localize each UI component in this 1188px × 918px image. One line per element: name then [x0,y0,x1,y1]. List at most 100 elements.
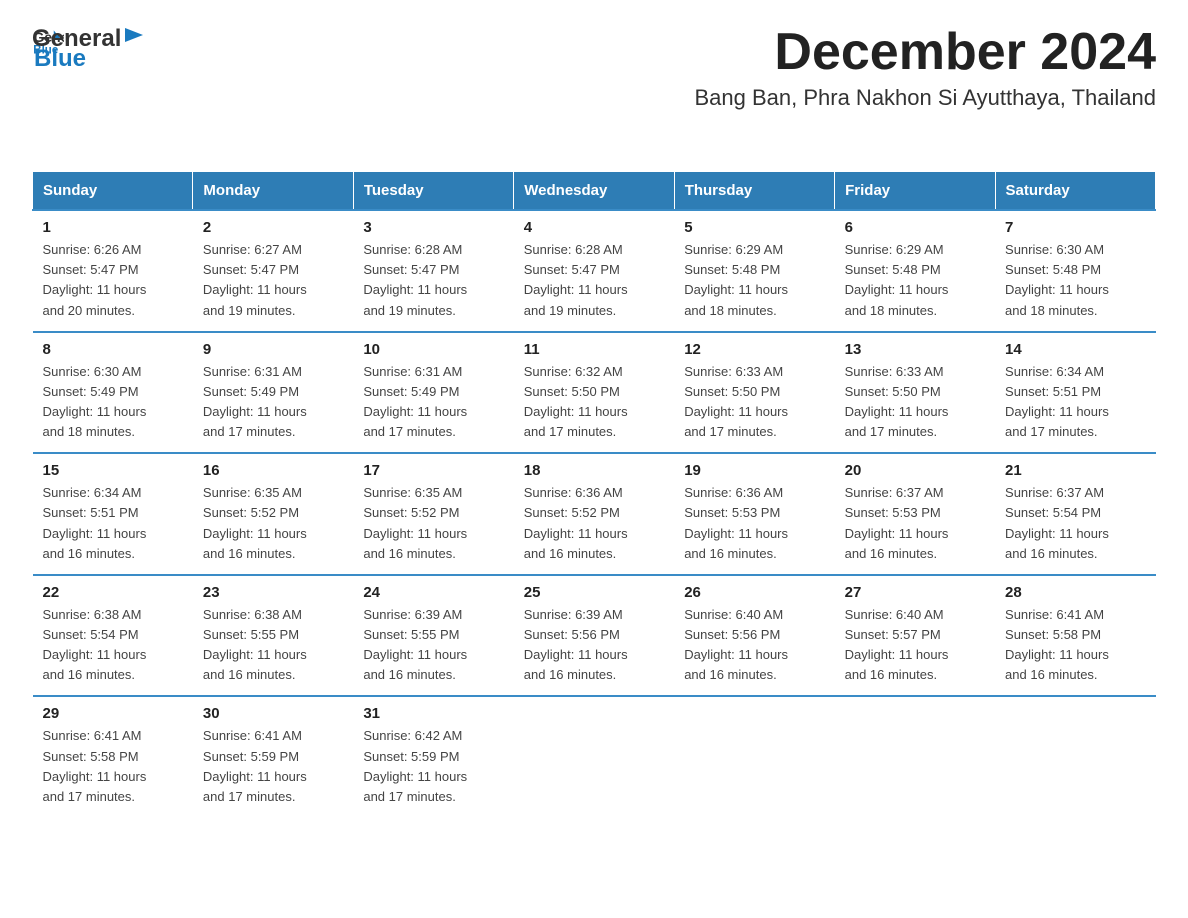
main-title: December 2024 [694,24,1156,81]
day-number: 13 [845,341,985,358]
day-info: Sunrise: 6:42 AMSunset: 5:59 PMDaylight:… [363,726,503,807]
logo-arrow-icon [123,24,145,46]
day-info: Sunrise: 6:41 AMSunset: 5:59 PMDaylight:… [203,726,343,807]
day-cell-19: 19 Sunrise: 6:36 AMSunset: 5:53 PMDayligh… [674,453,834,575]
day-info: Sunrise: 6:34 AMSunset: 5:51 PMDaylight:… [1005,362,1145,443]
page-header: General Blue December 2024 Bang Ban, Phr… [32,24,1156,111]
week-row-5: 29 Sunrise: 6:41 AMSunset: 5:58 PMDayligh… [33,696,1156,817]
day-number: 26 [684,584,824,601]
day-number: 9 [203,341,343,358]
day-info: Sunrise: 6:31 AMSunset: 5:49 PMDaylight:… [203,362,343,443]
calendar-table: SundayMondayTuesdayWednesdayThursdayFrid… [32,171,1156,817]
header-wednesday: Wednesday [514,172,674,211]
day-cell-27: 27 Sunrise: 6:40 AMSunset: 5:57 PMDayligh… [835,575,995,697]
day-cell-15: 15Sunrise: 6:34 AMSunset: 5:51 PMDayligh… [33,453,193,575]
day-info: Sunrise: 6:39 AMSunset: 5:56 PMDaylight:… [524,605,664,686]
day-number: 2 [203,219,343,236]
day-info: Sunrise: 6:36 AMSunset: 5:52 PMDaylight:… [524,483,664,564]
day-cell-11: 11 Sunrise: 6:32 AMSunset: 5:50 PMDayligh… [514,332,674,454]
empty-cell [514,696,674,817]
day-info: Sunrise: 6:31 AMSunset: 5:49 PMDaylight:… [363,362,503,443]
day-info: Sunrise: 6:27 AMSunset: 5:47 PMDaylight:… [203,240,343,321]
day-number: 27 [845,584,985,601]
day-number: 14 [1005,341,1145,358]
day-info: Sunrise: 6:40 AMSunset: 5:57 PMDaylight:… [845,605,985,686]
header-monday: Monday [193,172,353,211]
day-number: 8 [43,341,183,358]
day-info: Sunrise: 6:38 AMSunset: 5:55 PMDaylight:… [203,605,343,686]
day-number: 1 [43,219,183,236]
day-info: Sunrise: 6:37 AMSunset: 5:54 PMDaylight:… [1005,483,1145,564]
header-saturday: Saturday [995,172,1155,211]
day-number: 15 [43,462,183,479]
day-cell-10: 10 Sunrise: 6:31 AMSunset: 5:49 PMDayligh… [353,332,513,454]
day-info: Sunrise: 6:36 AMSunset: 5:53 PMDaylight:… [684,483,824,564]
day-info: Sunrise: 6:30 AMSunset: 5:49 PMDaylight:… [43,362,183,443]
day-cell-4: 4 Sunrise: 6:28 AMSunset: 5:47 PMDaylight… [514,210,674,332]
title-block: December 2024 Bang Ban, Phra Nakhon Si A… [694,24,1156,111]
day-cell-16: 16 Sunrise: 6:35 AMSunset: 5:52 PMDayligh… [193,453,353,575]
day-info: Sunrise: 6:38 AMSunset: 5:54 PMDaylight:… [43,605,183,686]
week-row-1: 1 Sunrise: 6:26 AMSunset: 5:47 PMDaylight… [33,210,1156,332]
day-cell-1: 1 Sunrise: 6:26 AMSunset: 5:47 PMDaylight… [33,210,193,332]
day-info: Sunrise: 6:28 AMSunset: 5:47 PMDaylight:… [363,240,503,321]
day-cell-5: 5Sunrise: 6:29 AMSunset: 5:48 PMDaylight… [674,210,834,332]
day-number: 11 [524,341,664,358]
day-cell-13: 13 Sunrise: 6:33 AMSunset: 5:50 PMDayligh… [835,332,995,454]
day-cell-18: 18 Sunrise: 6:36 AMSunset: 5:52 PMDayligh… [514,453,674,575]
header-sunday: Sunday [33,172,193,211]
day-info: Sunrise: 6:33 AMSunset: 5:50 PMDaylight:… [845,362,985,443]
day-info: Sunrise: 6:35 AMSunset: 5:52 PMDaylight:… [203,483,343,564]
day-cell-6: 6Sunrise: 6:29 AMSunset: 5:48 PMDaylight… [835,210,995,332]
week-row-3: 15Sunrise: 6:34 AMSunset: 5:51 PMDayligh… [33,453,1156,575]
day-cell-26: 26 Sunrise: 6:40 AMSunset: 5:56 PMDayligh… [674,575,834,697]
day-cell-24: 24Sunrise: 6:39 AMSunset: 5:55 PMDayligh… [353,575,513,697]
day-number: 4 [524,219,664,236]
empty-cell [995,696,1155,817]
day-info: Sunrise: 6:41 AMSunset: 5:58 PMDaylight:… [1005,605,1145,686]
day-number: 10 [363,341,503,358]
day-info: Sunrise: 6:26 AMSunset: 5:47 PMDaylight:… [43,240,183,321]
day-number: 3 [363,219,503,236]
day-cell-22: 22 Sunrise: 6:38 AMSunset: 5:54 PMDayligh… [33,575,193,697]
day-cell-12: 12Sunrise: 6:33 AMSunset: 5:50 PMDayligh… [674,332,834,454]
day-info: Sunrise: 6:41 AMSunset: 5:58 PMDaylight:… [43,726,183,807]
day-number: 29 [43,705,183,722]
header-friday: Friday [835,172,995,211]
day-number: 31 [363,705,503,722]
day-info: Sunrise: 6:30 AMSunset: 5:48 PMDaylight:… [1005,240,1145,321]
day-number: 23 [203,584,343,601]
header-thursday: Thursday [674,172,834,211]
day-number: 17 [363,462,503,479]
day-number: 7 [1005,219,1145,236]
day-cell-25: 25Sunrise: 6:39 AMSunset: 5:56 PMDayligh… [514,575,674,697]
day-cell-7: 7 Sunrise: 6:30 AMSunset: 5:48 PMDaylight… [995,210,1155,332]
day-cell-23: 23 Sunrise: 6:38 AMSunset: 5:55 PMDayligh… [193,575,353,697]
day-number: 18 [524,462,664,479]
day-number: 21 [1005,462,1145,479]
day-number: 24 [363,584,503,601]
day-cell-28: 28 Sunrise: 6:41 AMSunset: 5:58 PMDayligh… [995,575,1155,697]
week-row-2: 8 Sunrise: 6:30 AMSunset: 5:49 PMDaylight… [33,332,1156,454]
day-cell-30: 30 Sunrise: 6:41 AMSunset: 5:59 PMDayligh… [193,696,353,817]
day-number: 22 [43,584,183,601]
day-cell-29: 29 Sunrise: 6:41 AMSunset: 5:58 PMDayligh… [33,696,193,817]
day-cell-9: 9 Sunrise: 6:31 AMSunset: 5:49 PMDaylight… [193,332,353,454]
day-number: 16 [203,462,343,479]
day-info: Sunrise: 6:32 AMSunset: 5:50 PMDaylight:… [524,362,664,443]
week-row-4: 22 Sunrise: 6:38 AMSunset: 5:54 PMDayligh… [33,575,1156,697]
day-number: 19 [684,462,824,479]
day-number: 5 [684,219,824,236]
day-number: 30 [203,705,343,722]
day-number: 28 [1005,584,1145,601]
day-cell-21: 21 Sunrise: 6:37 AMSunset: 5:54 PMDayligh… [995,453,1155,575]
day-cell-8: 8 Sunrise: 6:30 AMSunset: 5:49 PMDaylight… [33,332,193,454]
day-info: Sunrise: 6:35 AMSunset: 5:52 PMDaylight:… [363,483,503,564]
day-info: Sunrise: 6:37 AMSunset: 5:53 PMDaylight:… [845,483,985,564]
day-cell-31: 31 Sunrise: 6:42 AMSunset: 5:59 PMDayligh… [353,696,513,817]
day-cell-2: 2 Sunrise: 6:27 AMSunset: 5:47 PMDaylight… [193,210,353,332]
day-info: Sunrise: 6:40 AMSunset: 5:56 PMDaylight:… [684,605,824,686]
calendar-header-row: SundayMondayTuesdayWednesdayThursdayFrid… [33,172,1156,211]
day-cell-17: 17 Sunrise: 6:35 AMSunset: 5:52 PMDayligh… [353,453,513,575]
day-info: Sunrise: 6:28 AMSunset: 5:47 PMDaylight:… [524,240,664,321]
